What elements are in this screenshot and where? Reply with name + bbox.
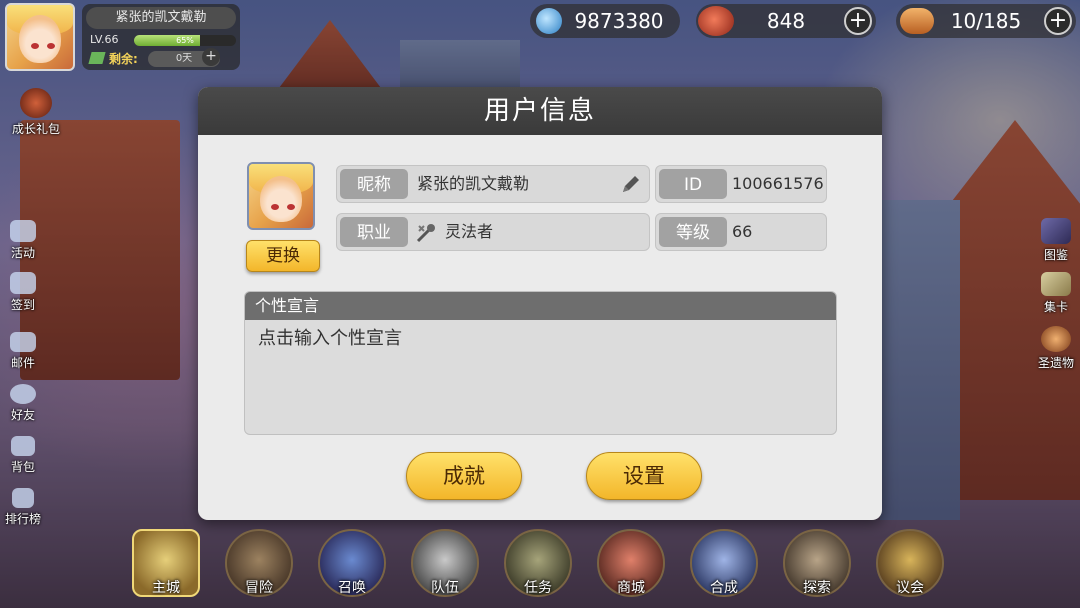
level-value: 66 bbox=[732, 222, 753, 241]
blue-crystal-icon bbox=[536, 8, 562, 34]
level-field: 等级 66 bbox=[655, 213, 827, 251]
crystal-value: 9873380 bbox=[574, 9, 664, 33]
mail-icon bbox=[10, 332, 36, 352]
sidebar-item-friends[interactable]: 好友 bbox=[0, 384, 53, 423]
xp-bar: 65% bbox=[134, 35, 236, 46]
signature-input[interactable]: 点击输入个性宣言 bbox=[258, 324, 402, 350]
meat-add-button[interactable]: + bbox=[844, 7, 872, 35]
relic-icon bbox=[1041, 326, 1071, 352]
calendar-check-icon bbox=[10, 272, 36, 294]
sidebar-item-ranking[interactable]: 排行榜 bbox=[0, 488, 53, 527]
meat-value: 848 bbox=[766, 9, 806, 33]
megaphone-icon bbox=[10, 220, 36, 242]
job-field: 职业 灵法者 bbox=[336, 213, 650, 251]
change-avatar-button[interactable]: 更换 bbox=[246, 240, 320, 272]
nav-main-city[interactable]: 主城 bbox=[130, 527, 202, 599]
nav-summon[interactable]: 召唤 bbox=[316, 527, 388, 599]
id-field: ID 100661576 bbox=[655, 165, 827, 203]
sidebar-item-relics[interactable]: 圣遗物 bbox=[1026, 326, 1080, 371]
player-name: 紧张的凯文戴勒 bbox=[86, 7, 236, 29]
nav-council[interactable]: 议会 bbox=[874, 527, 946, 599]
remaining-add-button[interactable]: + bbox=[202, 48, 220, 66]
nav-team[interactable]: 队伍 bbox=[409, 527, 481, 599]
sidebar-item-codex[interactable]: 图鉴 bbox=[1026, 218, 1080, 263]
book-icon bbox=[1041, 218, 1071, 244]
signature-header: 个性宣言 bbox=[245, 292, 836, 320]
player-level: LV.66 bbox=[90, 33, 119, 46]
user-info-dialog: 用户信息 更换 昵称 紧张的凯文戴勒 ID 100661576 职业 灵法者 等… bbox=[198, 87, 882, 520]
ticket-icon bbox=[88, 52, 106, 64]
friends-icon bbox=[10, 384, 36, 404]
cards-icon bbox=[1041, 272, 1071, 296]
achievement-button[interactable]: 成就 bbox=[406, 452, 522, 500]
signature-box[interactable]: 个性宣言 点击输入个性宣言 bbox=[244, 291, 837, 435]
job-label: 职业 bbox=[340, 217, 408, 247]
pencil-icon[interactable] bbox=[619, 172, 643, 196]
stamina-value: 10/185 bbox=[950, 9, 1022, 33]
stamina-resource: 10/185 + bbox=[896, 4, 1076, 38]
nav-quest[interactable]: 任务 bbox=[502, 527, 574, 599]
mage-class-icon bbox=[415, 222, 437, 244]
sidebar-item-event[interactable]: 活动 bbox=[0, 220, 53, 261]
stamina-add-button[interactable]: + bbox=[1044, 7, 1072, 35]
level-label: 等级 bbox=[659, 217, 727, 247]
nickname-value: 紧张的凯文戴勒 bbox=[417, 174, 530, 193]
nav-craft[interactable]: 合成 bbox=[688, 527, 760, 599]
crystal-resource: 9873380 bbox=[530, 4, 680, 38]
remaining-label: 剩余: bbox=[109, 52, 138, 66]
job-value: 灵法者 bbox=[445, 222, 494, 241]
nickname-label: 昵称 bbox=[340, 169, 408, 199]
ranking-icon bbox=[12, 488, 34, 508]
nav-shop[interactable]: 商城 bbox=[595, 527, 667, 599]
sidebar-item-growth-pack[interactable]: 成长礼包 bbox=[6, 88, 66, 137]
sidebar-item-card-collection[interactable]: 集卡 bbox=[1026, 272, 1080, 315]
xp-percent: 65% bbox=[176, 36, 194, 45]
profile-portrait[interactable] bbox=[247, 162, 315, 230]
sidebar-item-checkin[interactable]: 签到 bbox=[0, 272, 53, 313]
id-value: 100661576 bbox=[732, 174, 824, 193]
dialog-title: 用户信息 bbox=[483, 96, 596, 126]
bread-icon bbox=[900, 8, 934, 34]
settings-button[interactable]: 设置 bbox=[586, 452, 702, 500]
player-avatar[interactable] bbox=[5, 3, 75, 71]
backpack-icon bbox=[11, 436, 35, 456]
id-label: ID bbox=[659, 169, 727, 199]
gift-pack-icon bbox=[20, 88, 52, 118]
nickname-field: 昵称 紧张的凯文戴勒 bbox=[336, 165, 650, 203]
sidebar-item-backpack[interactable]: 背包 bbox=[0, 436, 53, 475]
nav-explore[interactable]: 探索 bbox=[781, 527, 853, 599]
nav-adventure[interactable]: 冒险 bbox=[223, 527, 295, 599]
meat-resource: 848 + bbox=[696, 4, 876, 38]
sidebar-item-mail[interactable]: 邮件 bbox=[0, 332, 53, 371]
meat-icon bbox=[698, 6, 734, 36]
